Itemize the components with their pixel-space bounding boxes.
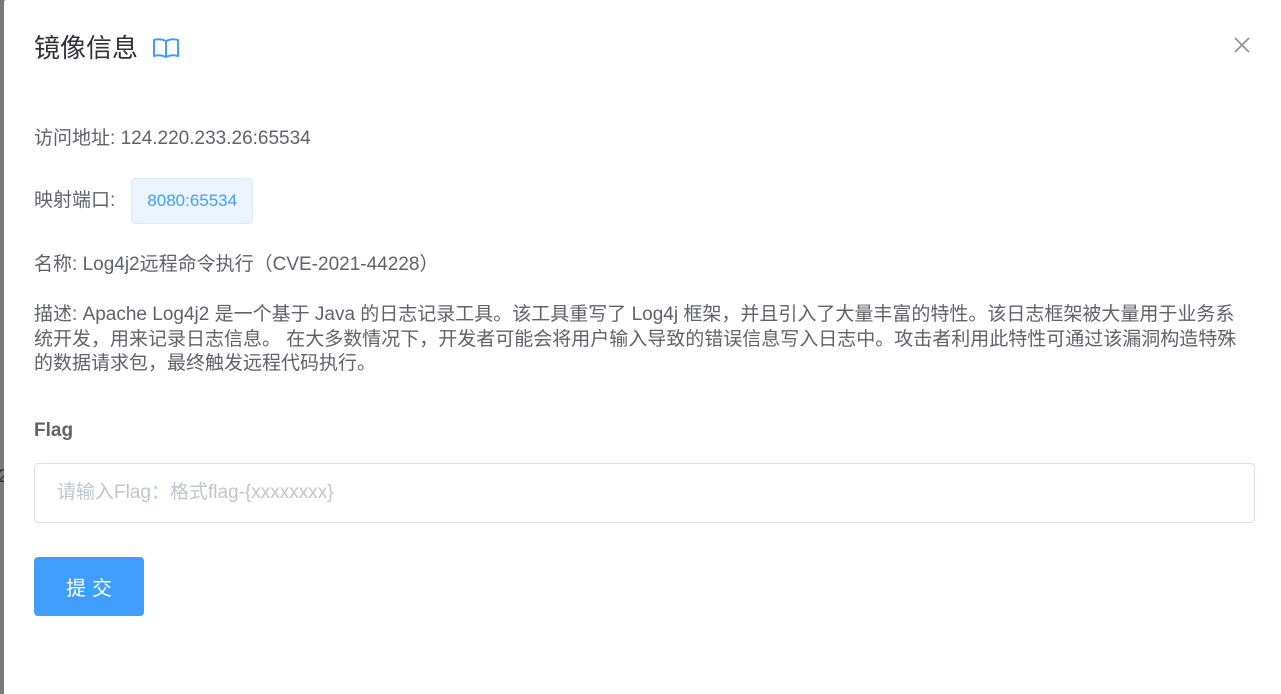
access-address-row: 访问地址: 124.220.233.26:65534 (34, 126, 311, 152)
description-row: 描述: Apache Log4j2 是一个基于 Java 的日志记录工具。该工具… (34, 303, 1244, 377)
dialog-title: 镜像信息 (34, 33, 139, 63)
description-value: Apache Log4j2 是一个基于 Java 的日志记录工具。该工具重写了 … (34, 304, 1237, 374)
close-icon[interactable] (1231, 34, 1253, 56)
name-row: 名称: Log4j2远程命令执行（CVE-2021-44228） (34, 252, 438, 278)
name-value: Log4j2远程命令执行（CVE-2021-44228） (82, 254, 439, 275)
mapped-port-row: 映射端口: 8080:65534 (34, 178, 254, 224)
access-address-label: 访问地址: (34, 128, 116, 149)
book-open-icon[interactable] (152, 36, 180, 60)
mapped-port-tag: 8080:65534 (131, 178, 254, 224)
image-info-dialog: 镜像信息 访问地址: 124.220.233.26:65534 映射端口: 80… (4, 0, 1281, 694)
dialog-header: 镜像信息 (34, 30, 180, 66)
mapped-port-label: 映射端口: (34, 190, 116, 211)
name-label: 名称: (34, 254, 78, 275)
access-address-value: 124.220.233.26:65534 (120, 128, 311, 149)
description-label: 描述: (34, 304, 78, 325)
flag-input[interactable] (34, 463, 1255, 523)
flag-label: Flag (34, 420, 74, 441)
submit-button[interactable]: 提交 (34, 557, 144, 616)
